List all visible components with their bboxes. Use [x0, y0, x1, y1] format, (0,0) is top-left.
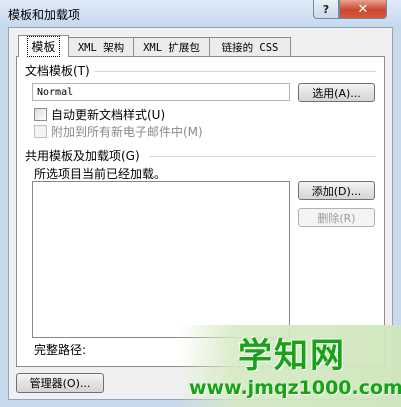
document-template-heading: 文档模板(T) — [25, 64, 90, 78]
attach-button[interactable]: 选用(A)... — [298, 83, 375, 102]
attach-email-label: 附加到所有新电子邮件中(M) — [51, 125, 203, 139]
remove-button[interactable]: 删除(R) — [298, 208, 375, 227]
loaded-info-text: 所选项目当前已经加载。 — [34, 167, 167, 181]
tab-xml-expansion-packs[interactable]: XML 扩展包 — [133, 37, 210, 56]
tab-templates[interactable]: 模板 — [18, 35, 69, 57]
watermark-url: www.jmqz1000.com — [189, 377, 401, 399]
global-templates-heading: 共用模板及加载项(G) — [25, 149, 140, 163]
full-path-label: 完整路径: — [34, 343, 87, 357]
close-icon: ✕ — [357, 1, 369, 17]
tab-label: 模板 — [27, 36, 60, 57]
auto-update-label: 自动更新文档样式(U) — [51, 108, 166, 122]
section-divider — [149, 156, 376, 157]
help-icon: ? — [322, 2, 330, 16]
help-button[interactable]: ? — [313, 0, 339, 19]
tab-xml-schema[interactable]: XML 架构 — [68, 37, 134, 56]
tab-label: 链接的 CSS — [221, 41, 279, 54]
add-button[interactable]: 添加(D)... — [298, 181, 375, 200]
template-path-input[interactable]: Normal — [32, 83, 290, 101]
attach-email-checkbox[interactable] — [34, 125, 47, 138]
close-button[interactable]: ✕ — [339, 0, 387, 19]
addins-listbox[interactable] — [32, 181, 290, 338]
tab-linked-css[interactable]: 链接的 CSS — [209, 37, 291, 56]
section-divider — [94, 71, 376, 72]
window-title: 模板和加载项 — [8, 8, 81, 22]
auto-update-checkbox[interactable] — [34, 108, 47, 121]
organizer-button[interactable]: 管理器(O)... — [16, 373, 104, 393]
tab-label: XML 架构 — [77, 41, 125, 54]
watermark-logo: 学知网 — [238, 336, 346, 376]
tab-label: XML 扩展包 — [143, 41, 200, 54]
